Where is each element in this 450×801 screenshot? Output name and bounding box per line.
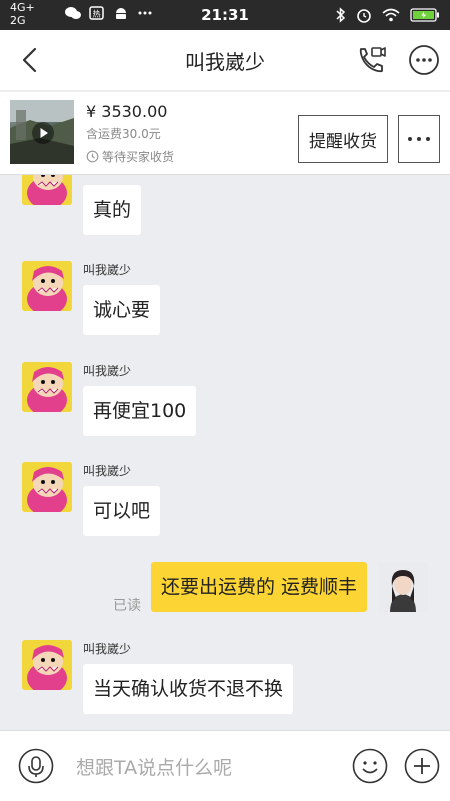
phone-video-icon[interactable]: [355, 44, 387, 76]
emoji-icon[interactable]: [352, 748, 388, 784]
order-status: 等待买家收货: [86, 148, 174, 165]
sender-name: 叫我崴少: [83, 364, 132, 378]
play-icon: [32, 122, 54, 144]
system-icons: [336, 7, 440, 23]
product-thumbnail[interactable]: [10, 100, 74, 164]
plus-icon[interactable]: [404, 748, 440, 784]
avatar[interactable]: [22, 175, 72, 205]
bluetooth-icon: [336, 7, 346, 23]
avatar[interactable]: [22, 640, 72, 690]
sender-name: 叫我崴少: [83, 642, 132, 656]
message-list[interactable]: 真的 叫我崴少 诚心要 叫我崴少 再便宜100 叫我崴少 可以吧 已读 还要出运…: [0, 175, 450, 730]
message-input[interactable]: 想跟TA说点什么呢: [76, 753, 232, 780]
message-bubble[interactable]: 再便宜100: [83, 386, 197, 436]
my-avatar[interactable]: [378, 562, 428, 612]
product-price: ¥ 3530.00: [86, 102, 168, 121]
sender-name: 叫我崴少: [83, 263, 132, 277]
my-message-bubble[interactable]: 还要出运费的 运费顺丰: [150, 562, 367, 612]
alarm-icon: [357, 9, 371, 23]
remind-receipt-button[interactable]: 提醒收货: [298, 115, 388, 163]
avatar[interactable]: [22, 462, 72, 512]
shipping-fee: 含运费30.0元: [86, 127, 161, 141]
sender-name: 叫我崴少: [83, 464, 132, 478]
product-card: ¥ 3530.00 含运费30.0元 等待买家收货 提醒收货: [0, 92, 450, 175]
battery-icon: [410, 8, 439, 22]
order-status-text: 等待买家收货: [102, 150, 175, 164]
ellipsis-circle-icon[interactable]: [408, 44, 440, 76]
message-bubble[interactable]: 诚心要: [83, 285, 161, 335]
ellipsis-icon: [408, 137, 430, 141]
status-bar: 4G+ 2G 热 21:31: [0, 0, 450, 30]
microphone-icon[interactable]: [18, 748, 54, 784]
clock-icon: [86, 150, 99, 163]
card-more-button[interactable]: [398, 115, 440, 163]
avatar[interactable]: [22, 362, 72, 412]
read-receipt: 已读: [113, 598, 141, 614]
avatar[interactable]: [22, 261, 72, 311]
message-bubble[interactable]: 当天确认收货不退不换: [83, 664, 294, 714]
chat-header: 叫我崴少: [0, 30, 450, 90]
message-bubble[interactable]: 可以吧: [83, 486, 161, 536]
message-bubble[interactable]: 真的: [83, 185, 142, 235]
input-bar: 想跟TA说点什么呢: [0, 730, 450, 801]
wifi-icon: [382, 8, 400, 22]
